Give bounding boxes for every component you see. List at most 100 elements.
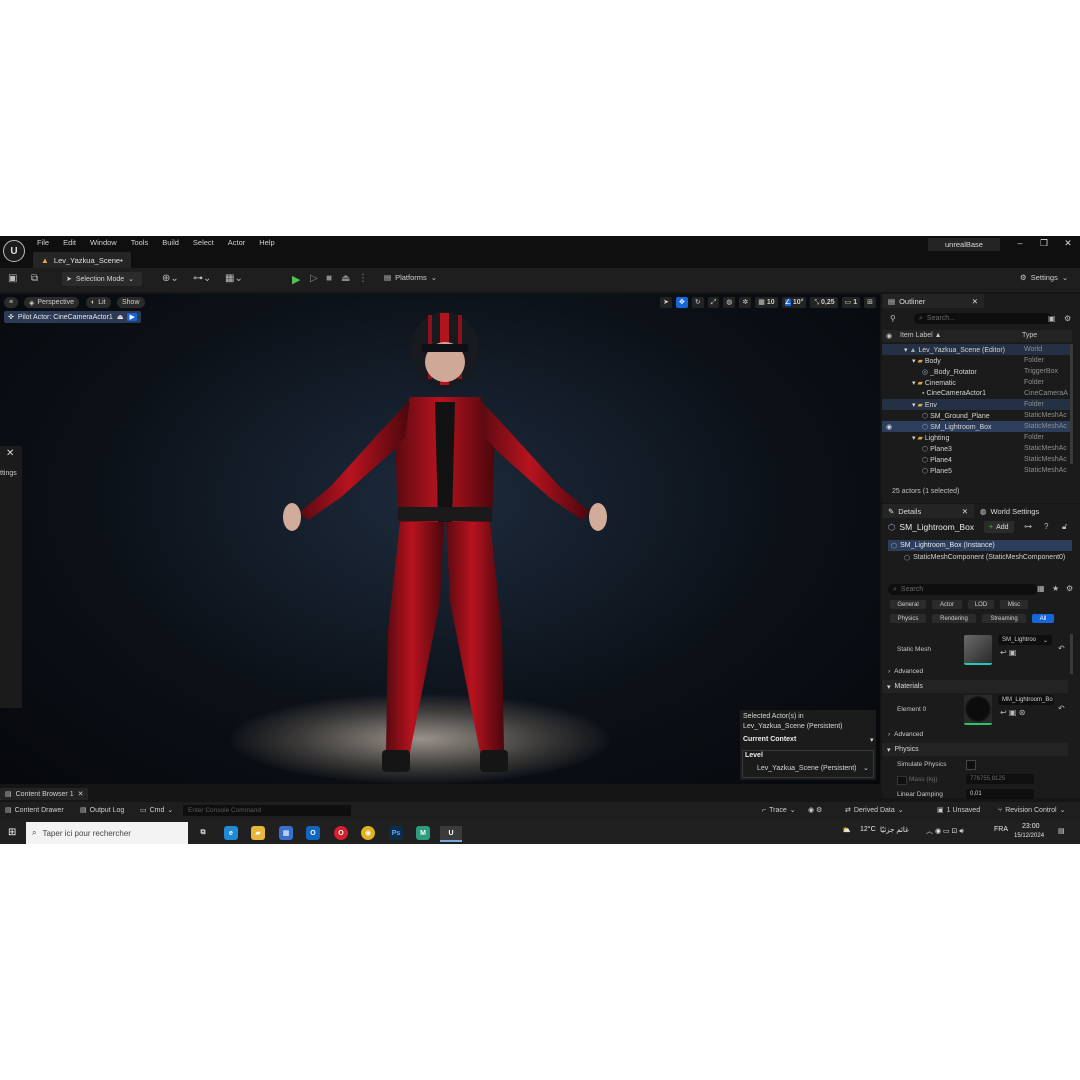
- m-app-icon[interactable]: M: [416, 826, 430, 840]
- step-icon[interactable]: ▷: [310, 273, 318, 284]
- outliner-row[interactable]: ▪ CineCameraActor1 CineCameraA: [882, 388, 1072, 399]
- eject-icon[interactable]: ⏏: [341, 273, 350, 284]
- pilot-actor-bar[interactable]: ✜ Pilot Actor: CineCameraActor1 ⏏ ▶: [4, 311, 141, 323]
- content-browser-tab[interactable]: ▤ Content Browser 1 ✕: [0, 788, 89, 800]
- add-actor-icon[interactable]: ⊕⌄: [162, 273, 179, 284]
- save-icon[interactable]: ▣: [8, 273, 17, 284]
- level-viewport[interactable]: ≡ ◈ Perspective ◐ Lit Show ✜ Pilot Actor…: [0, 294, 880, 784]
- material-combo[interactable]: MM_Lightroom_Bo: [998, 695, 1054, 705]
- console-input[interactable]: Enter Console Command: [183, 805, 351, 816]
- outliner-row[interactable]: ⬡ Plane4 StaticMeshAc: [882, 454, 1072, 465]
- close-icon[interactable]: ✕: [972, 297, 978, 306]
- grid-snap[interactable]: ▦ 10: [755, 297, 778, 308]
- level-box[interactable]: Level Lev_Yazkua_Scene (Persistent) ⌄: [742, 750, 874, 778]
- filter-all[interactable]: All: [1032, 614, 1054, 623]
- clock-date[interactable]: 15/12/2024: [1014, 833, 1044, 839]
- filter-lod[interactable]: LOD: [968, 600, 994, 609]
- more-options-icon[interactable]: ⋮: [358, 273, 368, 284]
- stop-icon[interactable]: ■: [326, 273, 332, 284]
- help-icon[interactable]: ?: [1044, 522, 1048, 531]
- edge-icon[interactable]: e: [224, 826, 238, 840]
- camera-icon[interactable]: ▶: [127, 313, 137, 321]
- lit-button[interactable]: ◐ Lit: [86, 297, 111, 308]
- visibility-icon[interactable]: ◉: [886, 423, 892, 431]
- record-icon[interactable]: ◉ ⚙: [808, 806, 822, 814]
- filter-actor[interactable]: Actor: [932, 600, 962, 609]
- outlook-icon[interactable]: O: [306, 826, 320, 840]
- star-icon[interactable]: ★: [1052, 584, 1059, 593]
- perspective-button[interactable]: ◈ Perspective: [24, 297, 79, 308]
- filter-icon[interactable]: ⚲: [890, 314, 896, 323]
- opera-icon[interactable]: O: [334, 826, 348, 840]
- select-tool-icon[interactable]: ➤: [660, 297, 672, 308]
- content-icon[interactable]: ⧉: [31, 273, 38, 284]
- reset-icon[interactable]: ↶: [1058, 704, 1065, 713]
- revision-control-button[interactable]: ⑂ Revision Control ⌄: [998, 806, 1065, 815]
- filter-general[interactable]: General: [890, 600, 926, 609]
- taskbar-search-input[interactable]: ⌕ Taper ici pour rechercher: [26, 822, 188, 844]
- lock-icon[interactable]: 🔓︎: [1062, 522, 1067, 532]
- play-icon[interactable]: ▶: [292, 273, 300, 286]
- filter-rendering[interactable]: Rendering: [932, 614, 976, 623]
- tray-icons[interactable]: ︿ ◉ ▭ ⊡ 🔊︎: [926, 826, 964, 836]
- static-mesh-combo[interactable]: SM_Lightroo ⌄: [998, 635, 1052, 645]
- menu-file[interactable]: File: [30, 238, 56, 247]
- outliner-row[interactable]: ▾ ▰ Body Folder: [882, 355, 1072, 366]
- settings-button[interactable]: ⚙ Settings ⌄: [1020, 273, 1068, 282]
- menu-tools[interactable]: Tools: [124, 238, 156, 247]
- layout-icon[interactable]: ⊞: [864, 297, 876, 308]
- minimize-icon[interactable]: –: [1010, 238, 1030, 248]
- chrome-icon[interactable]: ◉: [361, 826, 375, 840]
- move-tool-icon[interactable]: ✥: [675, 297, 688, 308]
- filter-physics[interactable]: Physics: [890, 614, 926, 623]
- unsaved-button[interactable]: ▣ 1 Unsaved: [937, 806, 980, 815]
- cmd-dropdown[interactable]: ▭ Cmd ⌄: [140, 806, 173, 815]
- outliner-row[interactable]: ⬡ Plane5 StaticMeshAc: [882, 465, 1072, 476]
- browse-icon[interactable]: ↩ ▣: [1000, 648, 1016, 657]
- component-row[interactable]: ⬡ StaticMeshComponent (StaticMeshCompone…: [904, 554, 1065, 562]
- menu-edit[interactable]: Edit: [56, 238, 83, 247]
- outliner-row-selected[interactable]: ◉ ⬡ SM_Lightroom_Box StaticMeshAc: [882, 421, 1072, 432]
- item-label-column[interactable]: Item Label ▲: [900, 332, 942, 339]
- photoshop-icon[interactable]: Ps: [389, 826, 403, 840]
- filter-misc[interactable]: Misc: [1000, 600, 1028, 609]
- output-log-button[interactable]: ▤ Output Log: [80, 806, 124, 815]
- close-icon[interactable]: ✕: [1058, 238, 1078, 249]
- surface-snap-icon[interactable]: ✲: [739, 297, 752, 308]
- rotate-tool-icon[interactable]: ↻: [691, 297, 704, 308]
- outliner-row[interactable]: ◎ _Body_Rotator TriggerBox: [882, 366, 1072, 377]
- file-explorer-icon[interactable]: ▰: [251, 826, 265, 840]
- windows-start-icon[interactable]: ⊞: [8, 827, 16, 838]
- menu-actor[interactable]: Actor: [221, 238, 253, 247]
- materials-section[interactable]: ▾ Materials: [882, 680, 1068, 693]
- store-icon[interactable]: ▦: [279, 826, 293, 840]
- eject-pilot-icon[interactable]: ⏏: [117, 313, 124, 321]
- details-scrollbar[interactable]: [1070, 634, 1073, 674]
- outliner-scrollbar[interactable]: [1070, 344, 1073, 464]
- blueprint-icon[interactable]: ⊶⌄: [193, 273, 211, 284]
- menu-window[interactable]: Window: [83, 238, 124, 247]
- outliner-row[interactable]: ▾ ▲ Lev_Yazkua_Scene (Editor) World: [882, 344, 1072, 355]
- unreal-logo-icon[interactable]: U: [3, 240, 25, 262]
- menu-select[interactable]: Select: [186, 238, 221, 247]
- close-icon[interactable]: ✕: [78, 790, 84, 798]
- level-tab[interactable]: ▲ Lev_Yazkua_Scene•: [33, 252, 131, 268]
- rotation-snap[interactable]: ∠ 10°: [781, 297, 807, 308]
- add-component-button[interactable]: + Add: [984, 521, 1014, 533]
- platforms-button[interactable]: ▤ Platforms ⌄: [384, 273, 437, 282]
- browse-icon[interactable]: ↩ ▣ ⊛: [1000, 708, 1025, 717]
- mass-input[interactable]: 776755,8125: [966, 774, 1034, 784]
- outliner-row[interactable]: ⬡ SM_Ground_Plane StaticMeshAc: [882, 410, 1072, 421]
- world-settings-tab[interactable]: ◍ World Settings: [974, 504, 1076, 518]
- outliner-search-input[interactable]: ⌕ Search...: [914, 313, 1052, 324]
- hamburger-icon[interactable]: ≡: [4, 297, 18, 308]
- menu-help[interactable]: Help: [252, 238, 281, 247]
- task-view-icon[interactable]: ⧉: [196, 826, 210, 840]
- linear-damping-input[interactable]: 0,01: [966, 789, 1034, 799]
- outliner-row[interactable]: ▾ ▰ Env Folder: [882, 399, 1072, 410]
- simulate-physics-checkbox[interactable]: [966, 760, 976, 770]
- details-search-input[interactable]: ⌕ Search: [888, 584, 1038, 595]
- physics-section[interactable]: ▾ Physics: [882, 743, 1068, 756]
- trace-button[interactable]: ⌐ Trace ⌄: [762, 806, 796, 815]
- blueprint-icon[interactable]: ⊶: [1024, 522, 1032, 531]
